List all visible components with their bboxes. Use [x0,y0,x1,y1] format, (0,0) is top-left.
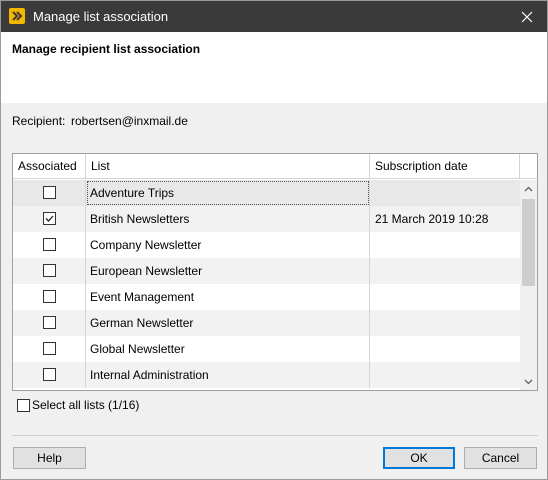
dialog-window: Manage list association Manage recipient… [0,0,548,480]
recipient-email: robertsen@inxmail.de [71,114,188,128]
scrollbar-thumb[interactable] [522,199,535,286]
subscription-date-cell [370,258,520,284]
list-association-table: Associated List Subscription date Advent… [12,153,538,391]
associated-cell [13,206,86,232]
associated-cell [13,284,86,310]
associated-cell [13,336,86,362]
list-name-cell: Internal Administration [86,362,370,388]
subscription-date-cell: 21 March 2019 10:28 [375,212,489,226]
subscription-date-cell [370,336,520,362]
list-name-cell: German Newsletter [86,310,370,336]
subscription-date-cell [370,362,520,388]
associated-cell [13,232,86,258]
subscription-date-cell [370,284,520,310]
list-name-cell: Event Management [86,284,370,310]
scroll-down-icon[interactable] [520,373,537,390]
header-panel: Manage recipient list association [1,32,547,103]
table-header: Associated List Subscription date [13,154,537,179]
associated-checkbox[interactable] [43,238,56,251]
table-body: Adventure Trips British Newsletters 21 Mar… [13,180,520,390]
associated-checkbox[interactable] [43,368,56,381]
associated-checkbox[interactable] [43,342,56,355]
column-header-associated[interactable]: Associated [13,154,86,178]
inxmail-logo-icon [9,8,25,24]
table-row[interactable]: Internal Administration [13,362,520,388]
dialog-heading: Manage recipient list association [12,42,201,56]
subscription-date-cell [370,310,520,336]
separator [12,435,538,436]
associated-cell [13,310,86,336]
table-row[interactable]: Global Newsletter [13,336,520,362]
associated-checkbox[interactable] [43,212,56,225]
select-all-label: Select all lists (1/16) [32,398,140,412]
select-all-checkbox[interactable] [17,399,30,412]
recipient-info: Recipient: robertsen@inxmail.de [12,114,188,128]
table-row[interactable]: Event Management [13,284,520,310]
table-row[interactable]: Adventure Trips [13,180,520,206]
table-row[interactable]: European Newsletter [13,258,520,284]
associated-checkbox[interactable] [43,186,56,199]
associated-cell [13,258,86,284]
list-name-cell: Company Newsletter [86,232,370,258]
scroll-up-icon[interactable] [520,180,537,197]
list-name-cell: Adventure Trips [86,180,370,206]
recipient-label: Recipient: [12,114,66,128]
subscription-date-cell [370,180,520,206]
close-icon[interactable] [507,1,547,32]
associated-checkbox[interactable] [43,264,56,277]
associated-cell [13,362,86,388]
title-bar: Manage list association [1,1,547,32]
associated-checkbox[interactable] [43,316,56,329]
window-title: Manage list association [33,9,169,24]
column-header-list[interactable]: List [86,154,370,178]
subscription-date-cell [370,232,520,258]
associated-checkbox[interactable] [43,290,56,303]
list-name-cell: Global Newsletter [86,336,370,362]
ok-button[interactable]: OK [383,447,455,469]
table-row[interactable]: British Newsletters 21 March 2019 10:28 [13,206,520,232]
associated-cell [13,180,86,206]
column-header-subscription-date[interactable]: Subscription date [370,154,520,178]
table-row[interactable]: Company Newsletter [13,232,520,258]
cancel-button[interactable]: Cancel [464,447,537,469]
help-button[interactable]: Help [13,447,86,469]
table-row[interactable]: German Newsletter [13,310,520,336]
list-name-cell: European Newsletter [86,258,370,284]
list-name-cell: British Newsletters [86,206,370,232]
vertical-scrollbar[interactable] [520,180,537,390]
